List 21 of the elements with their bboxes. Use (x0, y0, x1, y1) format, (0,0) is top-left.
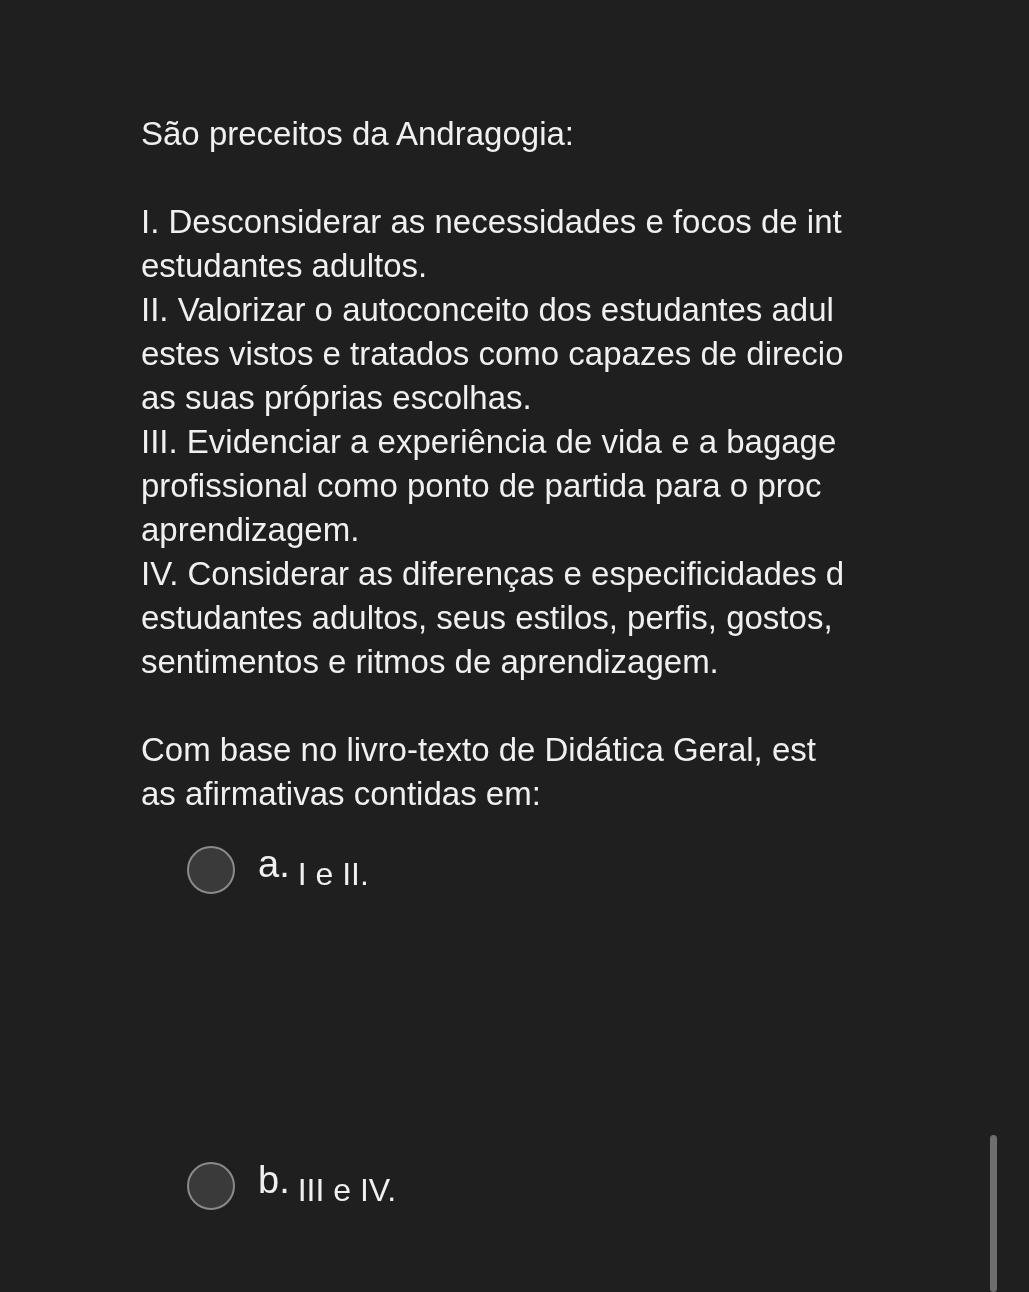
statement-line: II. Valorizar o autoconceito dos estudantes adul (141, 290, 835, 330)
radio-button[interactable] (187, 846, 235, 894)
statement-line: as suas próprias escolhas. (141, 378, 533, 418)
statement-line: IV. Considerar as diferenças e especificidades d (141, 554, 846, 594)
option-text: III e IV. (297, 1171, 397, 1210)
option-text: I e II. (297, 855, 369, 894)
prompt-line: Com base no livro-texto de Didática Geral, est (141, 730, 817, 770)
statement-line: III. Evidenciar a experiência de vida e a bagage (141, 422, 838, 462)
statement-line: estudantes adultos, seus estilos, perfis, gostos, (141, 598, 834, 638)
prompt-line: as afirmativas contidas em: (141, 774, 542, 814)
option-letter: b. (258, 1158, 290, 1202)
radio-button[interactable] (187, 1162, 235, 1210)
statement-line: sentimentos e ritmos de aprendizagem. (141, 642, 720, 682)
statement-line: I. Desconsiderar as necessidades e focos de int (141, 202, 843, 242)
question-title: São preceitos da Andragogia: (141, 114, 575, 154)
statement-line: profissional como ponto de partida para o proc (141, 466, 823, 506)
statement-line: estudantes adultos. (141, 246, 429, 286)
option-letter: a. (258, 842, 290, 886)
scrollbar[interactable] (990, 1135, 997, 1292)
statement-line: aprendizagem. (141, 510, 361, 550)
statement-line: estes vistos e tratados como capazes de direcio (141, 334, 845, 374)
